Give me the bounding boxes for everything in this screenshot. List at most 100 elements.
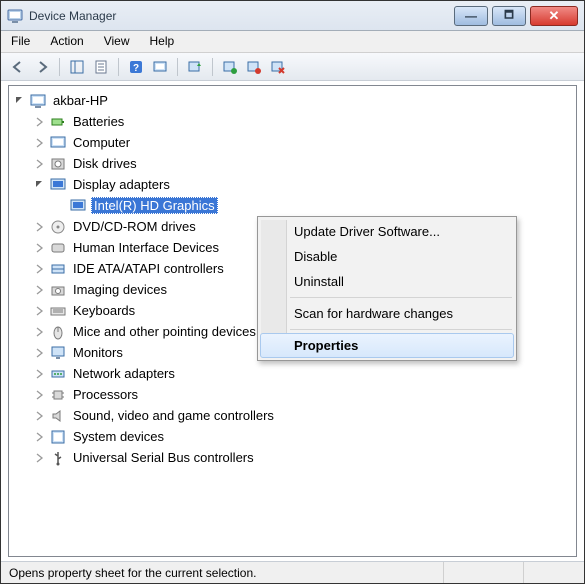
ctx-update-driver[interactable]: Update Driver Software... [260, 219, 514, 244]
ide-icon [49, 261, 67, 277]
expand-arrow-icon[interactable] [33, 304, 47, 318]
tree-label: Monitors [71, 344, 125, 361]
expand-arrow-icon[interactable] [33, 157, 47, 171]
toolbar-separator [212, 58, 213, 76]
dvd-icon [49, 219, 67, 235]
tree-label: Imaging devices [71, 281, 169, 298]
titlebar: Device Manager — 🗖 ✕ [1, 1, 584, 31]
expand-arrow-icon[interactable] [33, 115, 47, 129]
keyboard-icon [49, 303, 67, 319]
update-driver-button[interactable] [184, 56, 206, 78]
context-menu-separator [290, 329, 512, 330]
minimize-button[interactable]: — [454, 6, 488, 26]
disable-button[interactable] [243, 56, 265, 78]
tree-label: Disk drives [71, 155, 139, 172]
statusbar: Opens property sheet for the current sel… [1, 561, 584, 583]
tree-label: Universal Serial Bus controllers [71, 449, 256, 466]
tree-root-label: akbar-HP [51, 92, 110, 109]
forward-button[interactable] [31, 56, 53, 78]
properties-button[interactable] [90, 56, 112, 78]
tree-root[interactable]: akbar-HP [13, 90, 572, 111]
tree-category[interactable]: System devices [13, 426, 572, 447]
toolbar-separator [59, 58, 60, 76]
app-icon [7, 8, 23, 24]
expand-arrow-icon[interactable] [33, 325, 47, 339]
back-button[interactable] [7, 56, 29, 78]
ctx-disable[interactable]: Disable [260, 244, 514, 269]
expand-arrow-icon[interactable] [33, 283, 47, 297]
maximize-button[interactable]: 🗖 [492, 6, 526, 26]
tree-label: Mice and other pointing devices [71, 323, 258, 340]
expand-arrow-icon[interactable] [33, 430, 47, 444]
collapse-arrow-icon[interactable] [33, 178, 47, 192]
tree-label: Batteries [71, 113, 126, 130]
tree-category[interactable]: Processors [13, 384, 572, 405]
usb-icon [49, 450, 67, 466]
help-button[interactable]: ? [125, 56, 147, 78]
tree-category[interactable]: Sound, video and game controllers [13, 405, 572, 426]
tree-label: Network adapters [71, 365, 177, 382]
tree-category[interactable]: Disk drives [13, 153, 572, 174]
battery-icon [49, 114, 67, 130]
tree-label: IDE ATA/ATAPI controllers [71, 260, 226, 277]
close-button[interactable]: ✕ [530, 6, 578, 26]
toolbar-separator [118, 58, 119, 76]
expand-arrow-icon[interactable] [33, 451, 47, 465]
ctx-properties[interactable]: Properties [260, 333, 514, 358]
statusbar-cell [524, 562, 584, 583]
menu-view[interactable]: View [94, 31, 140, 52]
ctx-scan-hardware[interactable]: Scan for hardware changes [260, 301, 514, 326]
tree-label: System devices [71, 428, 166, 445]
context-menu-separator [290, 297, 512, 298]
expand-arrow-icon[interactable] [33, 136, 47, 150]
window-title: Device Manager [29, 9, 448, 23]
window-buttons: — 🗖 ✕ [454, 6, 578, 26]
expand-arrow-icon[interactable] [33, 346, 47, 360]
expand-arrow-icon[interactable] [33, 262, 47, 276]
network-icon [49, 366, 67, 382]
display-adapter-icon [69, 198, 87, 214]
tree-category[interactable]: Batteries [13, 111, 572, 132]
sound-icon [49, 408, 67, 424]
scan-button[interactable] [149, 56, 171, 78]
menu-action[interactable]: Action [40, 31, 93, 52]
tree-category[interactable]: Computer [13, 132, 572, 153]
system-icon [49, 429, 67, 445]
expand-arrow-icon[interactable] [33, 241, 47, 255]
display-adapter-icon [49, 177, 67, 193]
ctx-uninstall[interactable]: Uninstall [260, 269, 514, 294]
computer-icon [49, 135, 67, 151]
statusbar-cell [444, 562, 524, 583]
mouse-icon [49, 324, 67, 340]
toolbar-separator [177, 58, 178, 76]
tree-label: Display adapters [71, 176, 172, 193]
show-hide-tree-button[interactable] [66, 56, 88, 78]
tree-device-selected[interactable]: Intel(R) HD Graphics [13, 195, 572, 216]
expand-arrow-icon[interactable] [33, 367, 47, 381]
monitor-icon [49, 345, 67, 361]
tree-category[interactable]: Universal Serial Bus controllers [13, 447, 572, 468]
toolbar: ? [1, 53, 584, 81]
enable-button[interactable] [219, 56, 241, 78]
statusbar-text: Opens property sheet for the current sel… [1, 562, 444, 583]
tree-label: Keyboards [71, 302, 137, 319]
cpu-icon [49, 387, 67, 403]
tree-category[interactable]: Network adapters [13, 363, 572, 384]
tree-label: Sound, video and game controllers [71, 407, 276, 424]
menu-file[interactable]: File [1, 31, 40, 52]
tree-label: DVD/CD-ROM drives [71, 218, 198, 235]
expand-arrow-icon[interactable] [33, 220, 47, 234]
hid-icon [49, 240, 67, 256]
menu-help[interactable]: Help [140, 31, 185, 52]
tree-label: Processors [71, 386, 140, 403]
menubar: File Action View Help [1, 31, 584, 53]
computer-icon [29, 93, 47, 109]
camera-icon [49, 282, 67, 298]
tree-label: Human Interface Devices [71, 239, 221, 256]
expand-arrow-icon[interactable] [33, 409, 47, 423]
tree-label: Computer [71, 134, 132, 151]
expand-arrow-icon[interactable] [33, 388, 47, 402]
tree-category-display-adapters[interactable]: Display adapters [13, 174, 572, 195]
collapse-arrow-icon[interactable] [13, 94, 27, 108]
uninstall-button[interactable] [267, 56, 289, 78]
